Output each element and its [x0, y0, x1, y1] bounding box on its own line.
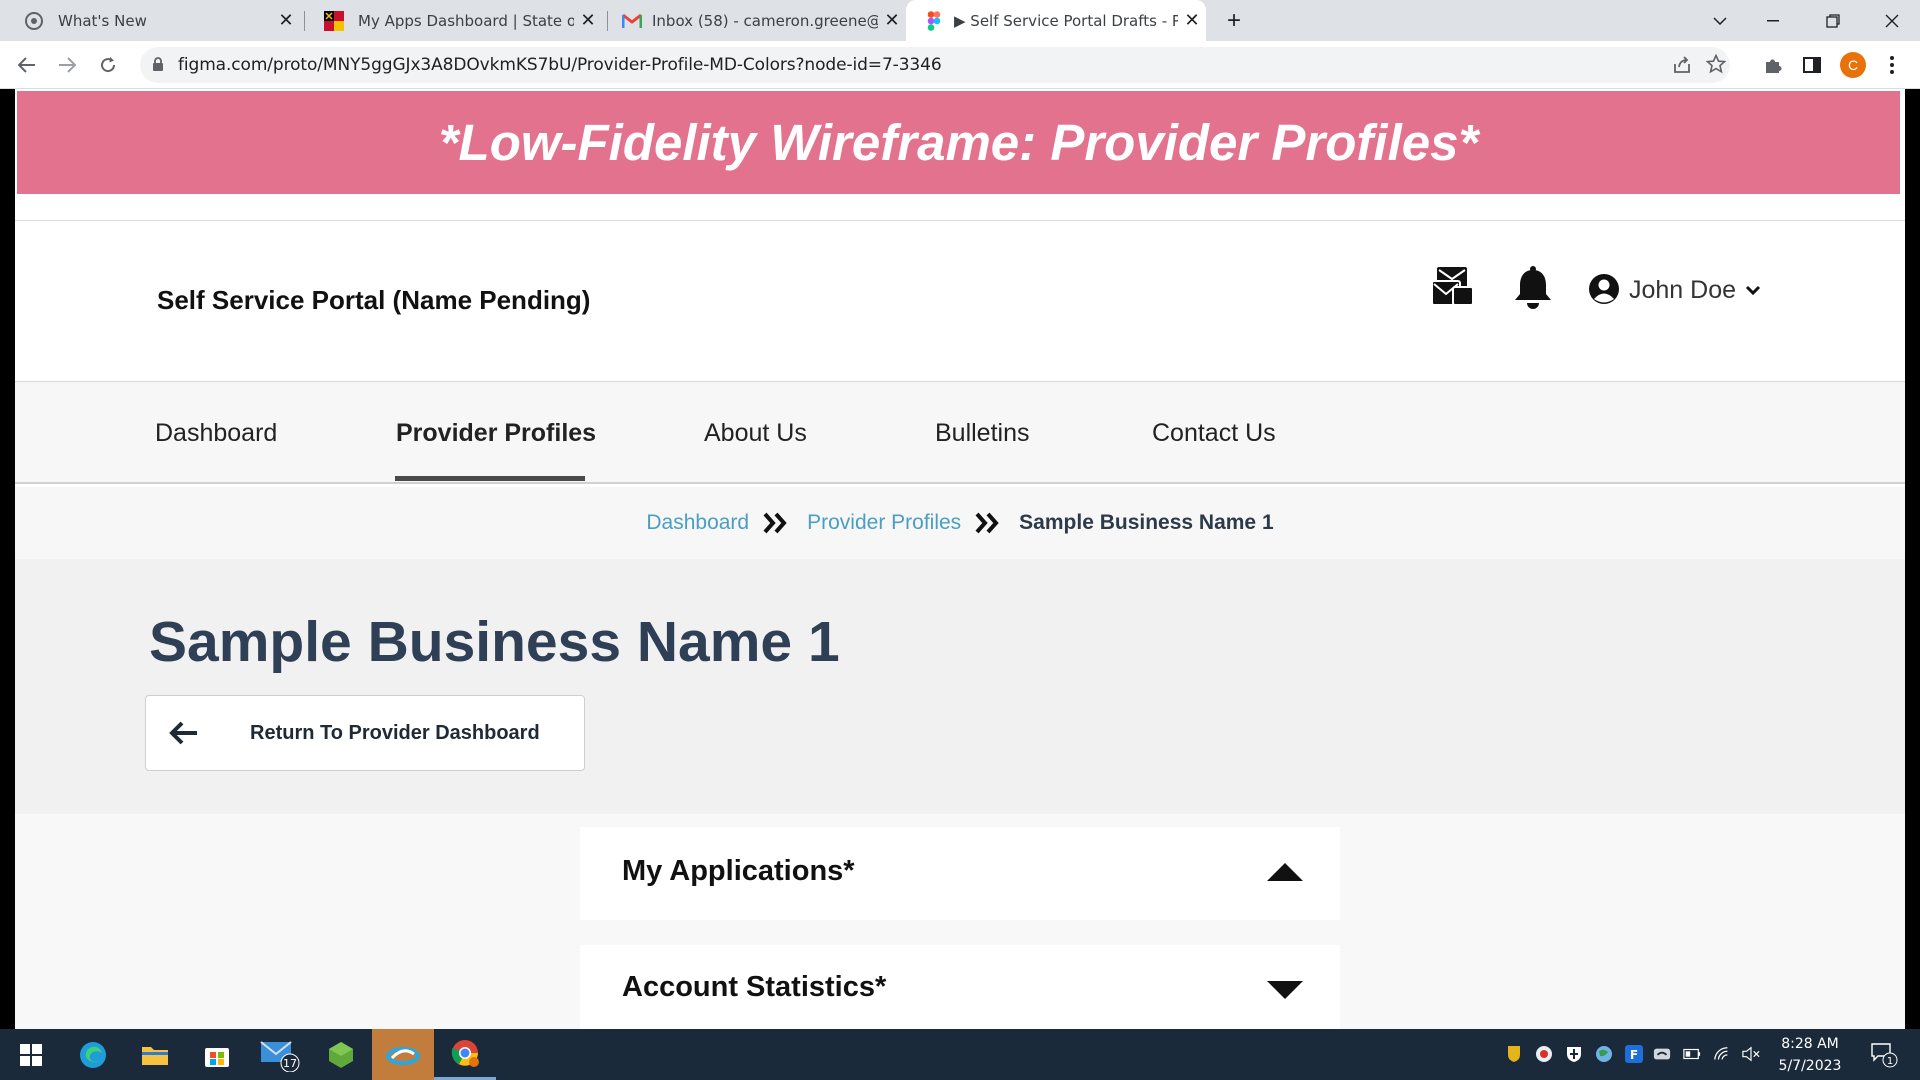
mail-badge-count: 17: [283, 1057, 297, 1070]
collapse-caret-up-icon[interactable]: [1265, 861, 1305, 888]
arrow-left-icon: [166, 715, 202, 751]
back-arrow-icon[interactable]: [15, 53, 39, 77]
page-hero: Sample Business Name 1 Return To Provide…: [15, 559, 1905, 814]
nav-item-contact-us[interactable]: Contact Us: [1152, 382, 1276, 484]
minimize-icon[interactable]: [1745, 0, 1801, 41]
profile-avatar[interactable]: C: [1840, 52, 1866, 78]
close-window-icon[interactable]: [1864, 0, 1920, 41]
tab-title: ▶ Self Service Portal Drafts - Pro: [954, 11, 1178, 30]
browser-toolbar: figma.com/proto/MNY5ggGJx3A8DOvkmKS7bU/P…: [0, 41, 1920, 89]
tab-close-icon[interactable]: ✕: [574, 10, 602, 31]
double-chevron-right-icon: [975, 512, 1001, 534]
chrome-icon: [24, 11, 44, 31]
battery-tray-icon[interactable]: [1683, 1045, 1701, 1063]
nav-item-dashboard[interactable]: Dashboard: [155, 382, 277, 484]
wifi-tray-icon[interactable]: [1713, 1045, 1731, 1063]
section-title: Account Statistics*: [622, 971, 887, 1003]
clock-time: 8:28 AM: [1781, 1036, 1839, 1052]
reload-icon[interactable]: [96, 53, 120, 77]
gmail-icon: [622, 11, 642, 31]
return-button-label: Return To Provider Dashboard: [250, 721, 540, 744]
main-nav: Dashboard Provider Profiles About Us Bul…: [15, 382, 1905, 484]
security-shield-tray-icon[interactable]: [1505, 1045, 1523, 1063]
nav-item-about-us[interactable]: About Us: [704, 382, 807, 484]
defender-tray-icon[interactable]: [1565, 1045, 1583, 1063]
share-icon[interactable]: [1672, 55, 1692, 80]
breadcrumb-current: Sample Business Name 1: [1019, 511, 1274, 534]
volume-muted-tray-icon[interactable]: [1742, 1045, 1760, 1063]
notification-count: 1: [1887, 1056, 1893, 1067]
extensions-puzzle-icon[interactable]: [1761, 53, 1785, 77]
tab-close-icon[interactable]: ✕: [1178, 10, 1206, 31]
file-explorer-icon[interactable]: [124, 1029, 186, 1080]
user-name[interactable]: John Doe: [1629, 276, 1736, 305]
mail-app-icon[interactable]: 17: [248, 1029, 310, 1080]
double-chevron-right-icon: [763, 512, 789, 534]
tab-close-icon[interactable]: ✕: [878, 10, 906, 31]
breadcrumb: Dashboard Provider Profiles Sample Busin…: [15, 487, 1905, 559]
tab-title: Inbox (58) - cameron.greene@m: [652, 11, 878, 30]
windows-taskbar: 17 F 8:28 AM 5/7/2023 1: [0, 1029, 1920, 1080]
browser-tab-inbox[interactable]: Inbox (58) - cameron.greene@m ✕: [606, 0, 906, 41]
side-panel-icon[interactable]: [1800, 53, 1824, 77]
breadcrumb-link-dashboard[interactable]: Dashboard: [646, 511, 749, 535]
cloud-sync-app-icon[interactable]: [372, 1029, 434, 1080]
new-tab-icon[interactable]: +: [1222, 7, 1246, 34]
nav-item-bulletins[interactable]: Bulletins: [935, 382, 1030, 484]
messages-mail-icon[interactable]: [1431, 265, 1475, 314]
chrome-taskbar-icon[interactable]: [434, 1029, 496, 1080]
lock-icon: [152, 57, 164, 77]
site-header: Self Service Portal (Name Pending) John …: [15, 220, 1905, 382]
page-viewport: *Low-Fidelity Wireframe: Provider Profil…: [15, 89, 1905, 1029]
cloud-tray-icon[interactable]: [1653, 1045, 1671, 1063]
nav-item-provider-profiles[interactable]: Provider Profiles: [396, 382, 596, 484]
browser-tab-my-apps[interactable]: My Apps Dashboard | State of M ✕: [302, 0, 602, 41]
forward-arrow-icon[interactable]: [55, 53, 79, 77]
breadcrumb-link-provider-profiles[interactable]: Provider Profiles: [807, 511, 961, 535]
system-clock[interactable]: 8:28 AM 5/7/2023: [1760, 1033, 1860, 1077]
maryland-flag-icon: [324, 10, 344, 31]
svg-text:F: F: [1630, 1048, 1638, 1062]
tab-title: My Apps Dashboard | State of M: [358, 11, 574, 30]
section-my-applications[interactable]: My Applications*: [580, 827, 1340, 920]
wireframe-banner: *Low-Fidelity Wireframe: Provider Profil…: [17, 91, 1900, 194]
microsoft-store-icon[interactable]: [186, 1029, 248, 1080]
active-nav-indicator: [395, 476, 585, 481]
bookmark-star-icon[interactable]: [1705, 53, 1727, 79]
notification-center-icon[interactable]: 1: [1870, 1042, 1898, 1068]
site-name: Self Service Portal (Name Pending): [157, 285, 591, 315]
profile-sections: My Applications* Account Statistics*: [15, 814, 1905, 1029]
address-bar[interactable]: figma.com/proto/MNY5ggGJx3A8DOvkmKS7bU/P…: [140, 47, 1730, 83]
page-title: Sample Business Name 1: [149, 610, 840, 674]
tab-search-chevron-icon[interactable]: [1692, 0, 1748, 41]
user-menu-chevron-icon[interactable]: [1745, 283, 1761, 301]
tab-close-icon[interactable]: ✕: [272, 10, 300, 31]
figma-icon: [924, 10, 944, 31]
browser-tab-whats-new[interactable]: What's New ✕: [0, 0, 300, 41]
url-text: figma.com/proto/MNY5ggGJx3A8DOvkmKS7bU/P…: [178, 55, 942, 75]
vpn-globe-tray-icon[interactable]: [1535, 1045, 1553, 1063]
clock-date: 5/7/2023: [1778, 1058, 1842, 1074]
section-account-statistics[interactable]: Account Statistics*: [580, 945, 1340, 1029]
browser-tab-strip: What's New ✕ My Apps Dashboard | State o…: [0, 0, 1920, 41]
f-app-tray-icon[interactable]: F: [1625, 1045, 1643, 1063]
expand-caret-down-icon[interactable]: [1265, 979, 1305, 1006]
return-to-dashboard-button[interactable]: Return To Provider Dashboard: [145, 695, 585, 771]
tab-title: What's New: [58, 11, 147, 30]
browser-tab-figma-active[interactable]: ▶ Self Service Portal Drafts - Pro ✕: [906, 0, 1206, 41]
restore-icon[interactable]: [1805, 0, 1861, 41]
windows-start-icon[interactable]: [0, 1029, 62, 1080]
section-title: My Applications*: [622, 855, 855, 887]
notification-bell-icon[interactable]: [1512, 265, 1554, 314]
browser-menu-icon[interactable]: [1880, 53, 1904, 77]
network-globe-tray-icon[interactable]: [1595, 1045, 1613, 1063]
green-hexagon-app-icon[interactable]: [310, 1029, 372, 1080]
edge-browser-icon[interactable]: [62, 1029, 124, 1080]
user-avatar-icon[interactable]: [1588, 273, 1620, 310]
